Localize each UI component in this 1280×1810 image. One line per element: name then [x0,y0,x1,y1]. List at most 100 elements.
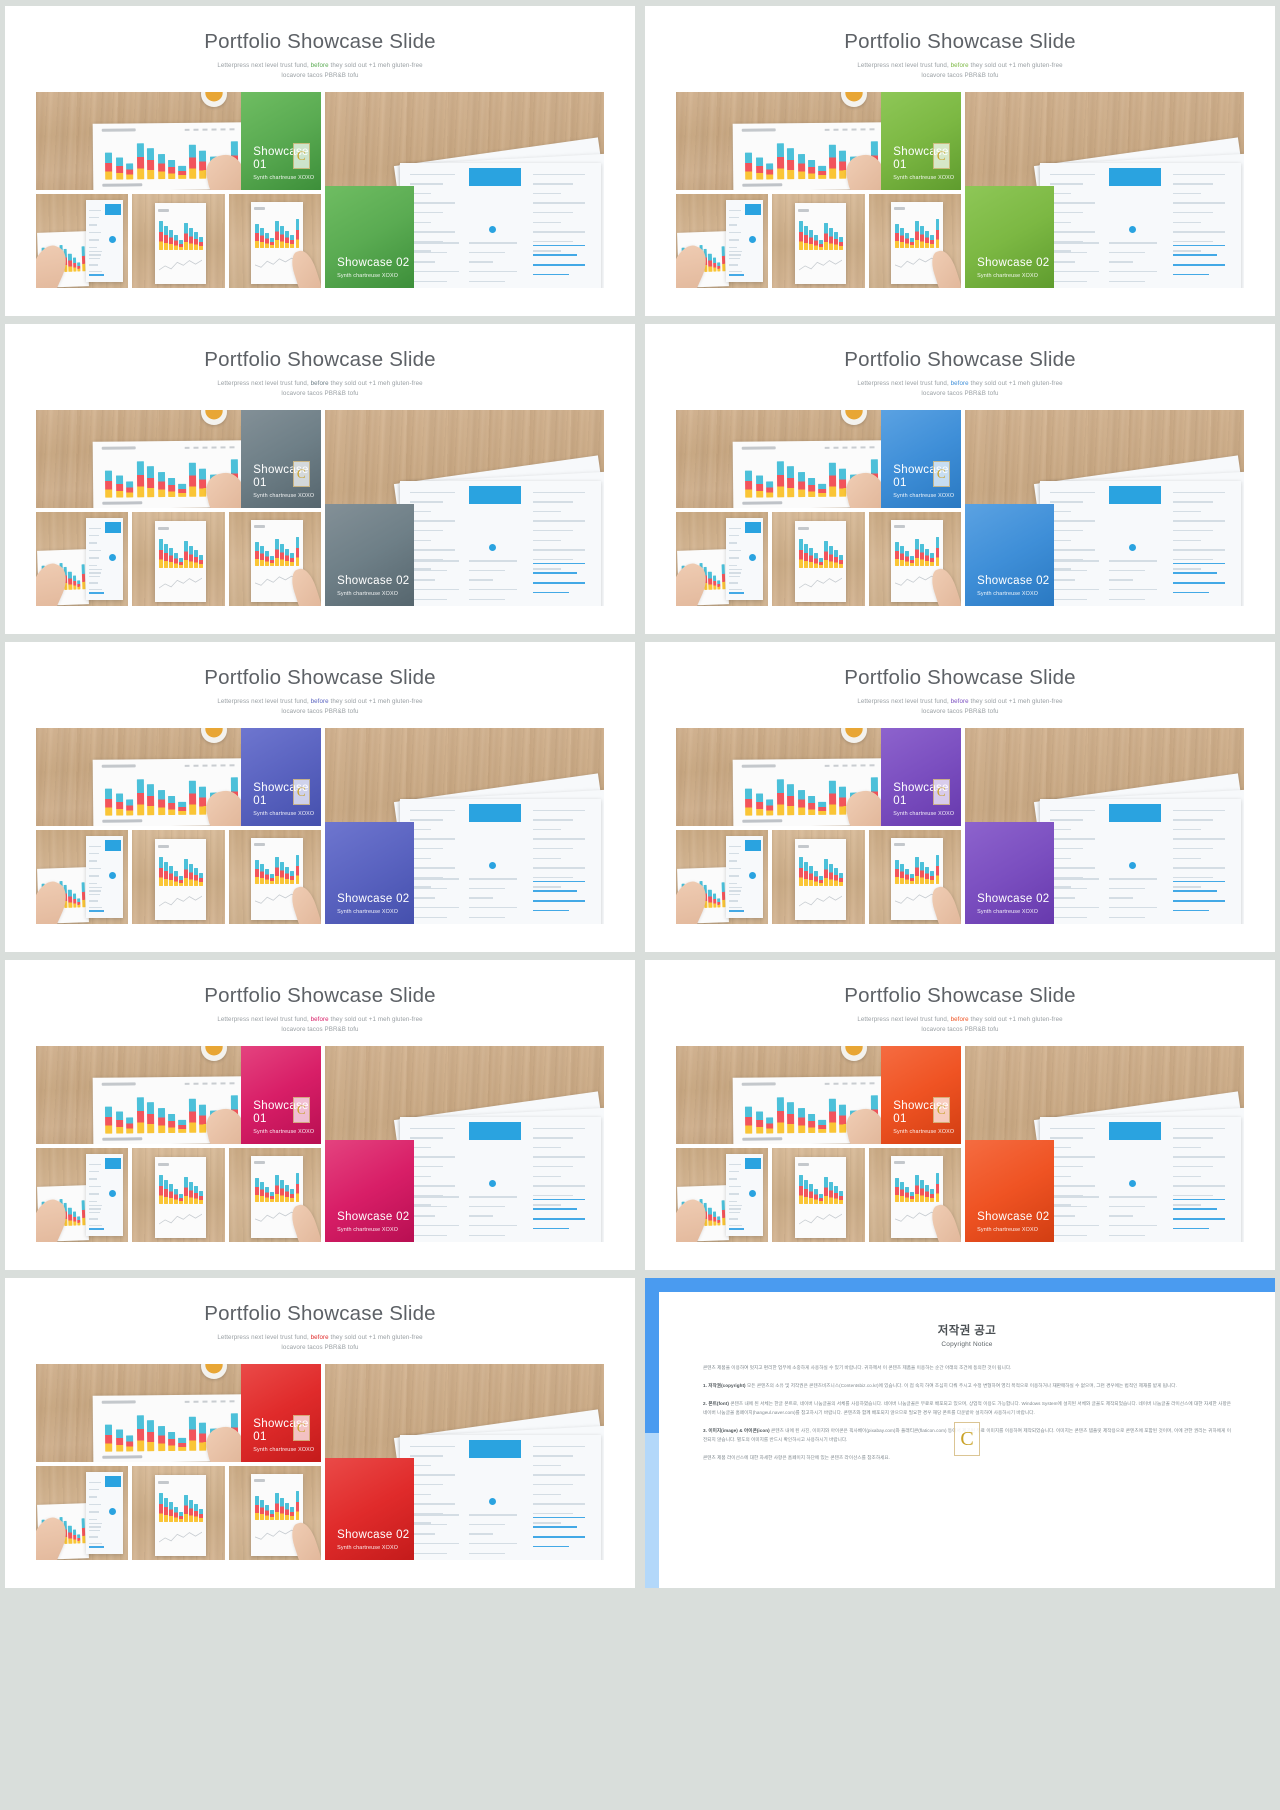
photo-thumb-2[interactable] [132,194,225,288]
showcase-02-panel[interactable]: Showcase 02 Synth chartreuse XOXO [965,1140,1055,1242]
photo-chart-hero[interactable]: Showcase 01 Synth chartreuse XOXO C [676,1046,962,1144]
showcase-02-panel[interactable]: Showcase 02 Synth chartreuse XOXO [325,504,415,606]
photo-documents-hero[interactable]: Showcase 02 Synth chartreuse XOXO [325,1364,604,1560]
slide-card-blue[interactable]: Portfolio Showcase Slide Letterpress nex… [645,324,1275,634]
showcase-01-panel[interactable]: Showcase 01 Synth chartreuse XOXO [241,92,322,190]
showcase-02-subtitle: Synth chartreuse XOXO [977,273,1039,279]
showcase-01-subtitle: Synth chartreuse XOXO [893,1129,955,1135]
mosaic-thumb-row [676,830,962,924]
slide-card-green[interactable]: Portfolio Showcase Slide Letterpress nex… [5,6,635,316]
photo-thumb-1[interactable] [676,512,769,606]
chart-paper-caption [101,128,136,132]
photo-chart-hero[interactable]: Showcase 01 Synth chartreuse XOXO C [36,410,322,508]
photo-documents-hero[interactable]: Showcase 02 Synth chartreuse XOXO [325,1046,604,1242]
photo-chart-hero[interactable]: Showcase 01 Synth chartreuse XOXO C [676,728,962,826]
photo-chart-hero[interactable]: Showcase 01 Synth chartreuse XOXO C [36,728,322,826]
photo-thumb-2[interactable] [132,1466,225,1560]
showcase-01-title: Showcase 01 [253,1099,309,1125]
showcase-01-panel[interactable]: Showcase 01 Synth chartreuse XOXO [881,410,962,508]
photo-thumb-2[interactable] [772,830,865,924]
slide-card-orange[interactable]: Portfolio Showcase Slide Letterpress nex… [645,960,1275,1270]
photo-thumb-2[interactable] [772,1148,865,1242]
doc-dot-icon [1128,225,1136,233]
line-chart [798,895,843,907]
slide-card-purple[interactable]: Portfolio Showcase Slide Letterpress nex… [645,642,1275,952]
chart-paper-legend [185,1082,238,1086]
photo-thumb-3[interactable] [228,512,322,606]
report-doc [725,1153,763,1237]
showcase-02-panel[interactable]: Showcase 02 Synth chartreuse XOXO [325,822,415,924]
line-chart [798,259,843,271]
photo-thumb-3[interactable] [228,194,322,288]
bar-chart [158,1174,204,1205]
photo-documents-hero[interactable]: Showcase 02 Synth chartreuse XOXO [325,92,604,288]
doc-dot-icon [1128,543,1136,551]
photo-thumb-2[interactable] [132,512,225,606]
slide-card-lime[interactable]: Portfolio Showcase Slide Letterpress nex… [645,6,1275,316]
photo-chart-hero[interactable]: Showcase 01 Synth chartreuse XOXO C [36,92,322,190]
photo-chart-hero[interactable]: Showcase 01 Synth chartreuse XOXO C [36,1364,322,1462]
showcase-02-panel[interactable]: Showcase 02 Synth chartreuse XOXO [325,1458,415,1560]
photo-thumb-1[interactable] [36,194,129,288]
photo-mosaic: Showcase 01 Synth chartreuse XOXO C Show… [676,410,1244,606]
doc-badge [745,521,761,534]
showcase-01-panel[interactable]: Showcase 01 Synth chartreuse XOXO [241,1046,322,1144]
photo-chart-hero[interactable]: Showcase 01 Synth chartreuse XOXO C [36,1046,322,1144]
photo-thumb-3[interactable] [228,1148,322,1242]
photo-thumb-3[interactable] [868,1148,962,1242]
photo-documents-hero[interactable]: Showcase 02 Synth chartreuse XOXO [325,410,604,606]
photo-thumb-2[interactable] [772,512,865,606]
photo-documents-hero[interactable]: Showcase 02 Synth chartreuse XOXO [965,410,1244,606]
photo-thumb-1[interactable] [676,830,769,924]
showcase-01-panel[interactable]: Showcase 01 Synth chartreuse XOXO [241,1364,322,1462]
photo-thumb-1[interactable] [36,1466,129,1560]
photo-thumb-3[interactable] [868,830,962,924]
photo-documents-hero[interactable]: Showcase 02 Synth chartreuse XOXO [965,1046,1244,1242]
slide-card-magenta[interactable]: Portfolio Showcase Slide Letterpress nex… [5,960,635,1270]
showcase-02-panel[interactable]: Showcase 02 Synth chartreuse XOXO [325,1140,415,1242]
showcase-01-panel[interactable]: Showcase 01 Synth chartreuse XOXO [881,728,962,826]
photo-chart-hero[interactable]: Showcase 01 Synth chartreuse XOXO C [676,410,962,508]
photo-thumb-2[interactable] [772,194,865,288]
showcase-01-panel[interactable]: Showcase 01 Synth chartreuse XOXO [241,410,322,508]
photo-thumb-1[interactable] [676,194,769,288]
photo-documents-hero[interactable]: Showcase 02 Synth chartreuse XOXO [965,92,1244,288]
photo-chart-hero[interactable]: Showcase 01 Synth chartreuse XOXO C [676,92,962,190]
notice-paragraph: 콘텐츠 제품을 이용하여 멋지고 편리한 업무에 소중하게 사용하실 수 있기 … [703,1365,1012,1370]
photo-thumb-3[interactable] [868,194,962,288]
doc-link [88,910,104,912]
slide-card-slate[interactable]: Portfolio Showcase Slide Letterpress nex… [5,324,635,634]
slide-card-red[interactable]: Portfolio Showcase Slide Letterpress nex… [5,1278,635,1588]
bar-chart [895,852,940,884]
showcase-01-panel[interactable]: Showcase 01 Synth chartreuse XOXO [241,728,322,826]
chart-paper-caption [254,525,266,529]
photo-thumb-1[interactable] [36,512,129,606]
chart-paper-footer [102,183,143,187]
slide-subtitle: Letterpress next level trust fund, befor… [217,379,423,397]
showcase-01-panel[interactable]: Showcase 01 Synth chartreuse XOXO [881,92,962,190]
photo-mosaic: Showcase 01 Synth chartreuse XOXO C Show… [36,410,604,606]
slide-subtitle: Letterpress next level trust fund, befor… [217,1015,423,1033]
showcase-01-panel[interactable]: Showcase 01 Synth chartreuse XOXO [881,1046,962,1144]
mosaic-thumb-row [676,194,962,288]
chart-paper [794,521,847,603]
photo-thumb-3[interactable] [228,1466,322,1560]
showcase-02-panel[interactable]: Showcase 02 Synth chartreuse XOXO [325,186,415,288]
photo-thumb-1[interactable] [676,1148,769,1242]
photo-thumb-3[interactable] [228,830,322,924]
slide-card-indigo[interactable]: Portfolio Showcase Slide Letterpress nex… [5,642,635,952]
mosaic-left-column: Showcase 01 Synth chartreuse XOXO C [36,728,322,924]
photo-thumb-3[interactable] [868,512,962,606]
photo-thumb-1[interactable] [36,1148,129,1242]
photo-thumb-1[interactable] [36,830,129,924]
photo-thumb-2[interactable] [132,830,225,924]
slide-title: Portfolio Showcase Slide [844,30,1076,53]
watermark-badge-icon: C [292,1096,310,1123]
photo-thumb-2[interactable] [132,1148,225,1242]
mosaic-left-column: Showcase 01 Synth chartreuse XOXO C [36,92,322,288]
showcase-02-panel[interactable]: Showcase 02 Synth chartreuse XOXO [965,822,1055,924]
showcase-02-panel[interactable]: Showcase 02 Synth chartreuse XOXO [965,186,1055,288]
photo-documents-hero[interactable]: Showcase 02 Synth chartreuse XOXO [325,728,604,924]
showcase-02-panel[interactable]: Showcase 02 Synth chartreuse XOXO [965,504,1055,606]
photo-documents-hero[interactable]: Showcase 02 Synth chartreuse XOXO [965,728,1244,924]
